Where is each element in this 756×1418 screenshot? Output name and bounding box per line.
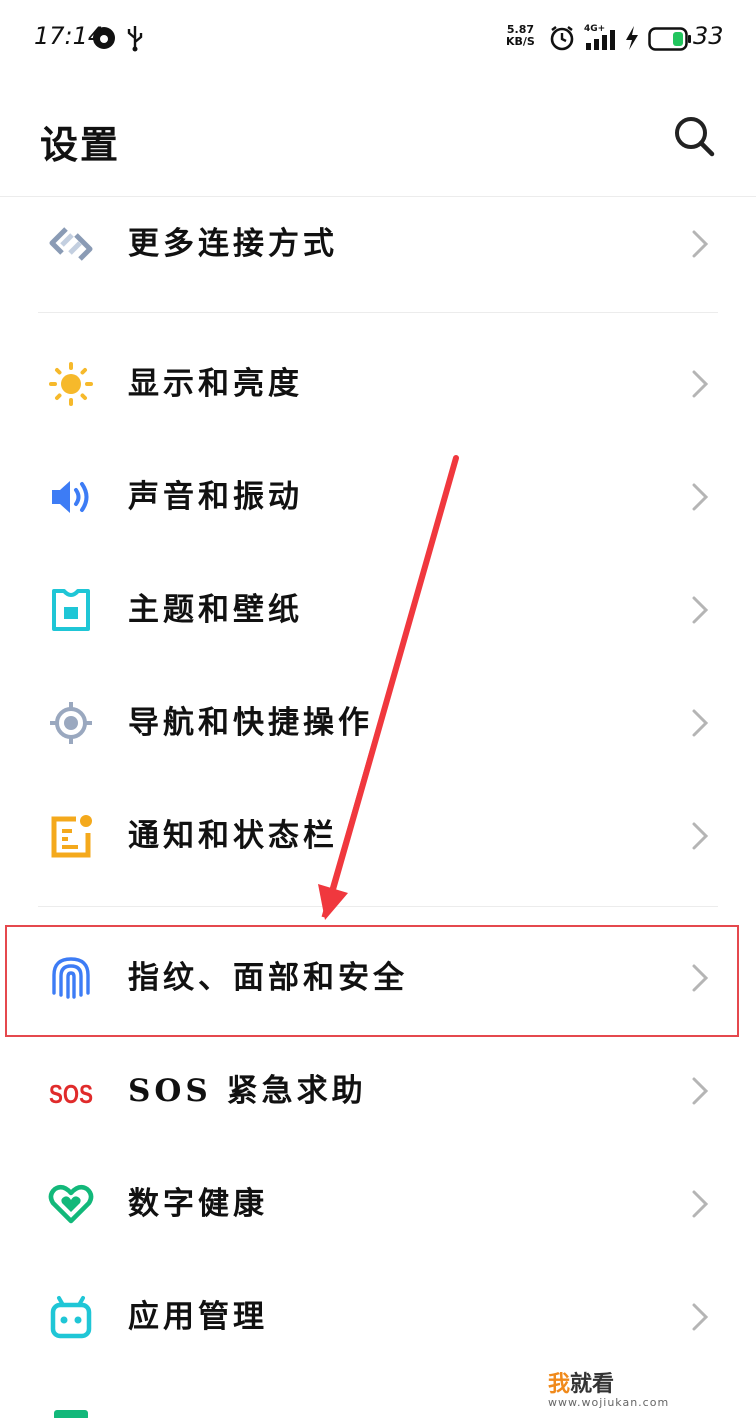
setting-item-digital-wellbeing[interactable]: 数字健康 [0, 1148, 756, 1260]
setting-item-theme-wallpaper[interactable]: 主题和壁纸 [0, 554, 756, 666]
section-divider [38, 312, 718, 313]
section-divider [38, 906, 718, 907]
setting-item-label: 声音和振动 [128, 479, 303, 515]
sun-icon [49, 362, 93, 406]
setting-item-label: 通知和状态栏 [128, 818, 338, 854]
sos-icon: SOS [49, 1079, 93, 1109]
setting-item-navigation-shortcuts[interactable]: 导航和快捷操作 [0, 667, 756, 779]
chevron-right-icon [692, 709, 709, 737]
alarm-icon [550, 26, 574, 51]
setting-item-more-connections[interactable]: 更多连接方式 [0, 188, 756, 300]
setting-item-sos-emergency[interactable]: SOS SOS 紧急求助 [0, 1035, 756, 1147]
status-bar: 17:14 5.87 KB/S 4G+ 33 [0, 0, 756, 76]
chevron-right-icon [692, 596, 709, 624]
watermark-brand-a: 我 [548, 1372, 571, 1397]
chevron-right-icon [692, 230, 709, 258]
watermark-url: www.wojiukan.com [548, 1396, 670, 1409]
chevron-right-icon [692, 1077, 709, 1105]
setting-item-label: 更多连接方式 [128, 226, 338, 262]
setting-item-sound-vibration[interactable]: 声音和振动 [0, 441, 756, 553]
highlight-annotation-box [5, 925, 739, 1037]
watermark-brand-b: 就看 [570, 1372, 615, 1397]
chevron-right-icon [692, 483, 709, 511]
usb-icon [127, 26, 143, 52]
net-speed-unit: KB/S [506, 35, 535, 48]
heart-icon [48, 1184, 94, 1224]
net-speed: 5.87 KB/S [506, 24, 535, 48]
setting-item-label: 显示和亮度 [128, 366, 303, 402]
chevron-right-icon [692, 370, 709, 398]
setting-item-label: SOS 紧急求助 [128, 1073, 367, 1109]
signal-icon [586, 30, 615, 50]
setting-item-label: 导航和快捷操作 [128, 705, 373, 741]
setting-item-label: 数字健康 [128, 1186, 268, 1222]
theme-icon [52, 589, 90, 631]
link-icon [49, 227, 93, 261]
page-header: 设置 [0, 76, 756, 197]
speaker-icon [52, 481, 89, 513]
notification-icon [51, 815, 92, 858]
setting-item-label: 主题和壁纸 [128, 592, 303, 628]
app-notification-icon [93, 27, 115, 49]
chevron-right-icon [692, 822, 709, 850]
setting-item-notifications-statusbar[interactable]: 通知和状态栏 [0, 780, 756, 892]
setting-item-display-brightness[interactable]: 显示和亮度 [0, 328, 756, 440]
svg-text:SOS: SOS [49, 1079, 93, 1109]
navigation-icon [50, 702, 92, 744]
setting-item-app-management[interactable]: 应用管理 [0, 1261, 756, 1373]
setting-item-label: 应用管理 [128, 1299, 268, 1335]
partial-next-item-icon [54, 1410, 88, 1418]
chevron-right-icon [692, 1303, 709, 1331]
battery-level: 33 [693, 22, 724, 50]
watermark-brand: 我就看 [548, 1366, 669, 1398]
page-title: 设置 [40, 122, 121, 167]
chevron-right-icon [692, 1190, 709, 1218]
watermark: 我就看 www.wojiukan.com [548, 1366, 669, 1409]
charging-icon [626, 26, 638, 50]
search-icon[interactable] [670, 112, 718, 160]
battery-icon [648, 27, 691, 51]
app-manager-icon [50, 1296, 92, 1339]
